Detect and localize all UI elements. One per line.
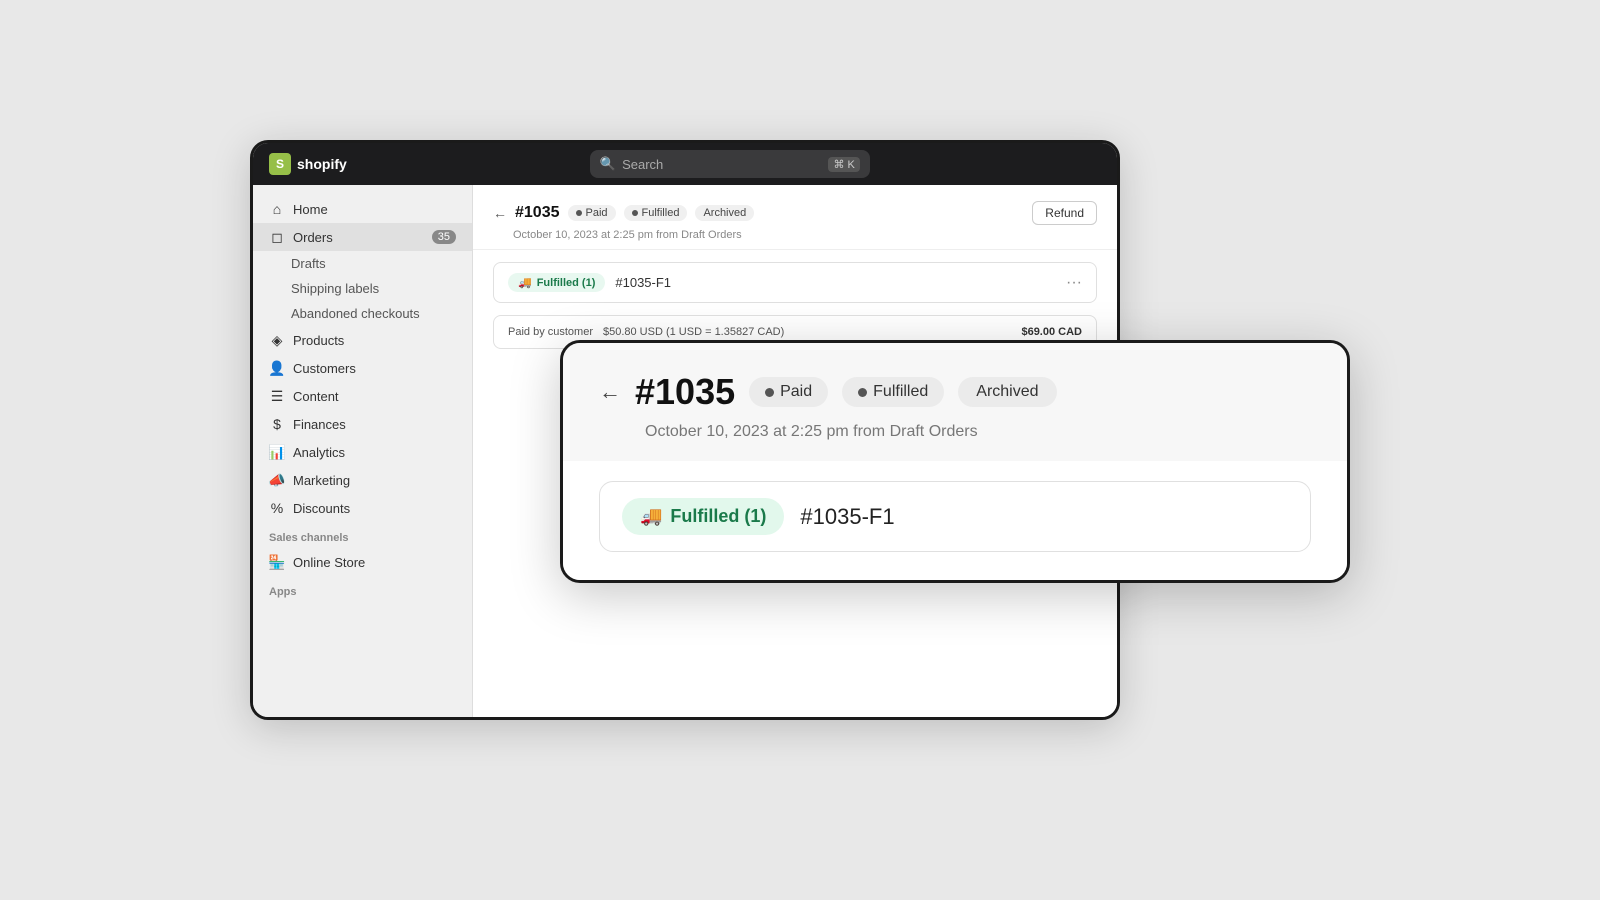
sidebar: ⌂ Home ◻ Orders 35 Drafts Shipping label… [253,185,473,717]
sidebar-item-content[interactable]: ☰ Content [253,382,472,410]
fg-order-number: #1035 [635,371,735,413]
scene: S shopify 🔍 Search ⌘ K ⌂ Home ◻ [250,140,1350,760]
fg-paid-label: Paid [780,383,812,401]
fg-fulfilled-status-badge: 🚚 Fulfilled (1) [622,498,784,535]
archived-label-small: Archived [703,207,746,219]
fg-header: ← #1035 Paid Fulfilled Archived October … [563,343,1347,461]
search-placeholder: Search [622,157,663,172]
order-header-small: ← #1035 Paid Fulfilled Archived [473,185,1117,250]
fg-fulfilled-badge: Fulfilled [842,377,944,407]
sidebar-marketing-label: Marketing [293,473,350,488]
payment-label-small: Paid by customer [508,326,593,338]
fg-fulfilled-dot [858,388,867,397]
app-name: shopify [297,156,347,172]
sidebar-item-shipping-labels[interactable]: Shipping labels [253,276,472,301]
fg-fulfilled-row: 🚚 Fulfilled (1) #1035-F1 [599,481,1311,552]
paid-label-small: Paid [586,207,608,219]
fulfilled-id-small: #1035-F1 [615,275,671,290]
sidebar-home-label: Home [293,202,328,217]
fg-subtitle: October 10, 2023 at 2:25 pm from Draft O… [599,423,1311,441]
sidebar-content-label: Content [293,389,339,404]
sidebar-item-home[interactable]: ⌂ Home [253,195,472,223]
drafts-label: Drafts [291,256,326,271]
foreground-card: ← #1035 Paid Fulfilled Archived October … [560,340,1350,583]
orders-icon: ◻ [269,229,285,245]
sidebar-item-finances[interactable]: $ Finances [253,410,472,438]
analytics-icon: 📊 [269,444,285,460]
order-title-row-small: ← #1035 Paid Fulfilled Archived [493,201,1097,225]
sidebar-item-drafts[interactable]: Drafts [253,251,472,276]
payment-cad-small: $69.00 CAD [1021,326,1082,338]
paid-dot [576,210,582,216]
fulfilled-count-small: Fulfilled (1) [537,277,596,289]
finances-icon: $ [269,416,285,432]
sidebar-analytics-label: Analytics [293,445,345,460]
fulfilled-dot [632,210,638,216]
fg-paid-dot [765,388,774,397]
sidebar-item-orders[interactable]: ◻ Orders 35 [253,223,472,251]
orders-badge: 35 [432,230,456,244]
sidebar-item-products[interactable]: ◈ Products [253,326,472,354]
fg-back-arrow[interactable]: ← [599,379,621,405]
order-number-small: #1035 [515,204,560,222]
sidebar-discounts-label: Discounts [293,501,350,516]
abandoned-checkouts-label: Abandoned checkouts [291,306,420,321]
apps-section: Apps [253,576,472,602]
refund-button-small[interactable]: Refund [1032,201,1097,225]
online-store-icon: 🏪 [269,554,285,570]
titlebar: S shopify 🔍 Search ⌘ K [253,143,1117,185]
fg-title-row: ← #1035 Paid Fulfilled Archived [599,371,1311,413]
sidebar-item-discounts[interactable]: % Discounts [253,494,472,522]
sidebar-item-analytics[interactable]: 📊 Analytics [253,438,472,466]
fg-fulfilled-id: #1035-F1 [800,504,894,530]
fg-archived-badge: Archived [958,377,1056,407]
sidebar-products-label: Products [293,333,344,348]
sidebar-item-online-store[interactable]: 🏪 Online Store [253,548,472,576]
search-icon: 🔍 [600,156,616,172]
discounts-icon: % [269,500,285,516]
fg-fulfilled-label: Fulfilled [873,383,928,401]
archived-badge-small: Archived [695,205,754,221]
payment-usd-small: $50.80 USD (1 USD = 1.35827 CAD) [603,326,784,338]
sidebar-online-store-label: Online Store [293,555,365,570]
sidebar-item-abandoned-checkouts[interactable]: Abandoned checkouts [253,301,472,326]
fulfilled-row-small: 🚚 Fulfilled (1) #1035-F1 ··· [493,262,1097,303]
truck-icon-small: 🚚 [518,276,532,289]
fg-truck-icon: 🚚 [640,506,662,527]
paid-badge-small: Paid [568,205,616,221]
back-arrow-small[interactable]: ← [493,205,507,221]
fulfilled-status-badge-small: 🚚 Fulfilled (1) [508,273,605,292]
shipping-labels-label: Shipping labels [291,281,379,296]
search-shortcut: ⌘ K [828,157,859,172]
sidebar-item-customers[interactable]: 👤 Customers [253,354,472,382]
search-area: 🔍 Search ⌘ K [359,150,1101,178]
fg-fulfilled-count: Fulfilled (1) [670,506,766,527]
more-options-small[interactable]: ··· [1066,274,1082,292]
fg-paid-badge: Paid [749,377,828,407]
shopify-logo-icon: S [269,153,291,175]
products-icon: ◈ [269,332,285,348]
sidebar-customers-label: Customers [293,361,356,376]
customers-icon: 👤 [269,360,285,376]
marketing-icon: 📣 [269,472,285,488]
sidebar-finances-label: Finances [293,417,346,432]
sidebar-item-marketing[interactable]: 📣 Marketing [253,466,472,494]
shopify-logo: S shopify [269,153,347,175]
fulfilled-label-small: Fulfilled [642,207,680,219]
sidebar-orders-label: Orders [293,230,333,245]
fulfilled-badge-small: Fulfilled [624,205,688,221]
search-bar[interactable]: 🔍 Search ⌘ K [590,150,870,178]
sales-channels-section: Sales channels [253,522,472,548]
fg-body: 🚚 Fulfilled (1) #1035-F1 [563,461,1347,580]
order-subtitle-small: October 10, 2023 at 2:25 pm from Draft O… [493,229,1097,241]
home-icon: ⌂ [269,201,285,217]
content-icon: ☰ [269,388,285,404]
